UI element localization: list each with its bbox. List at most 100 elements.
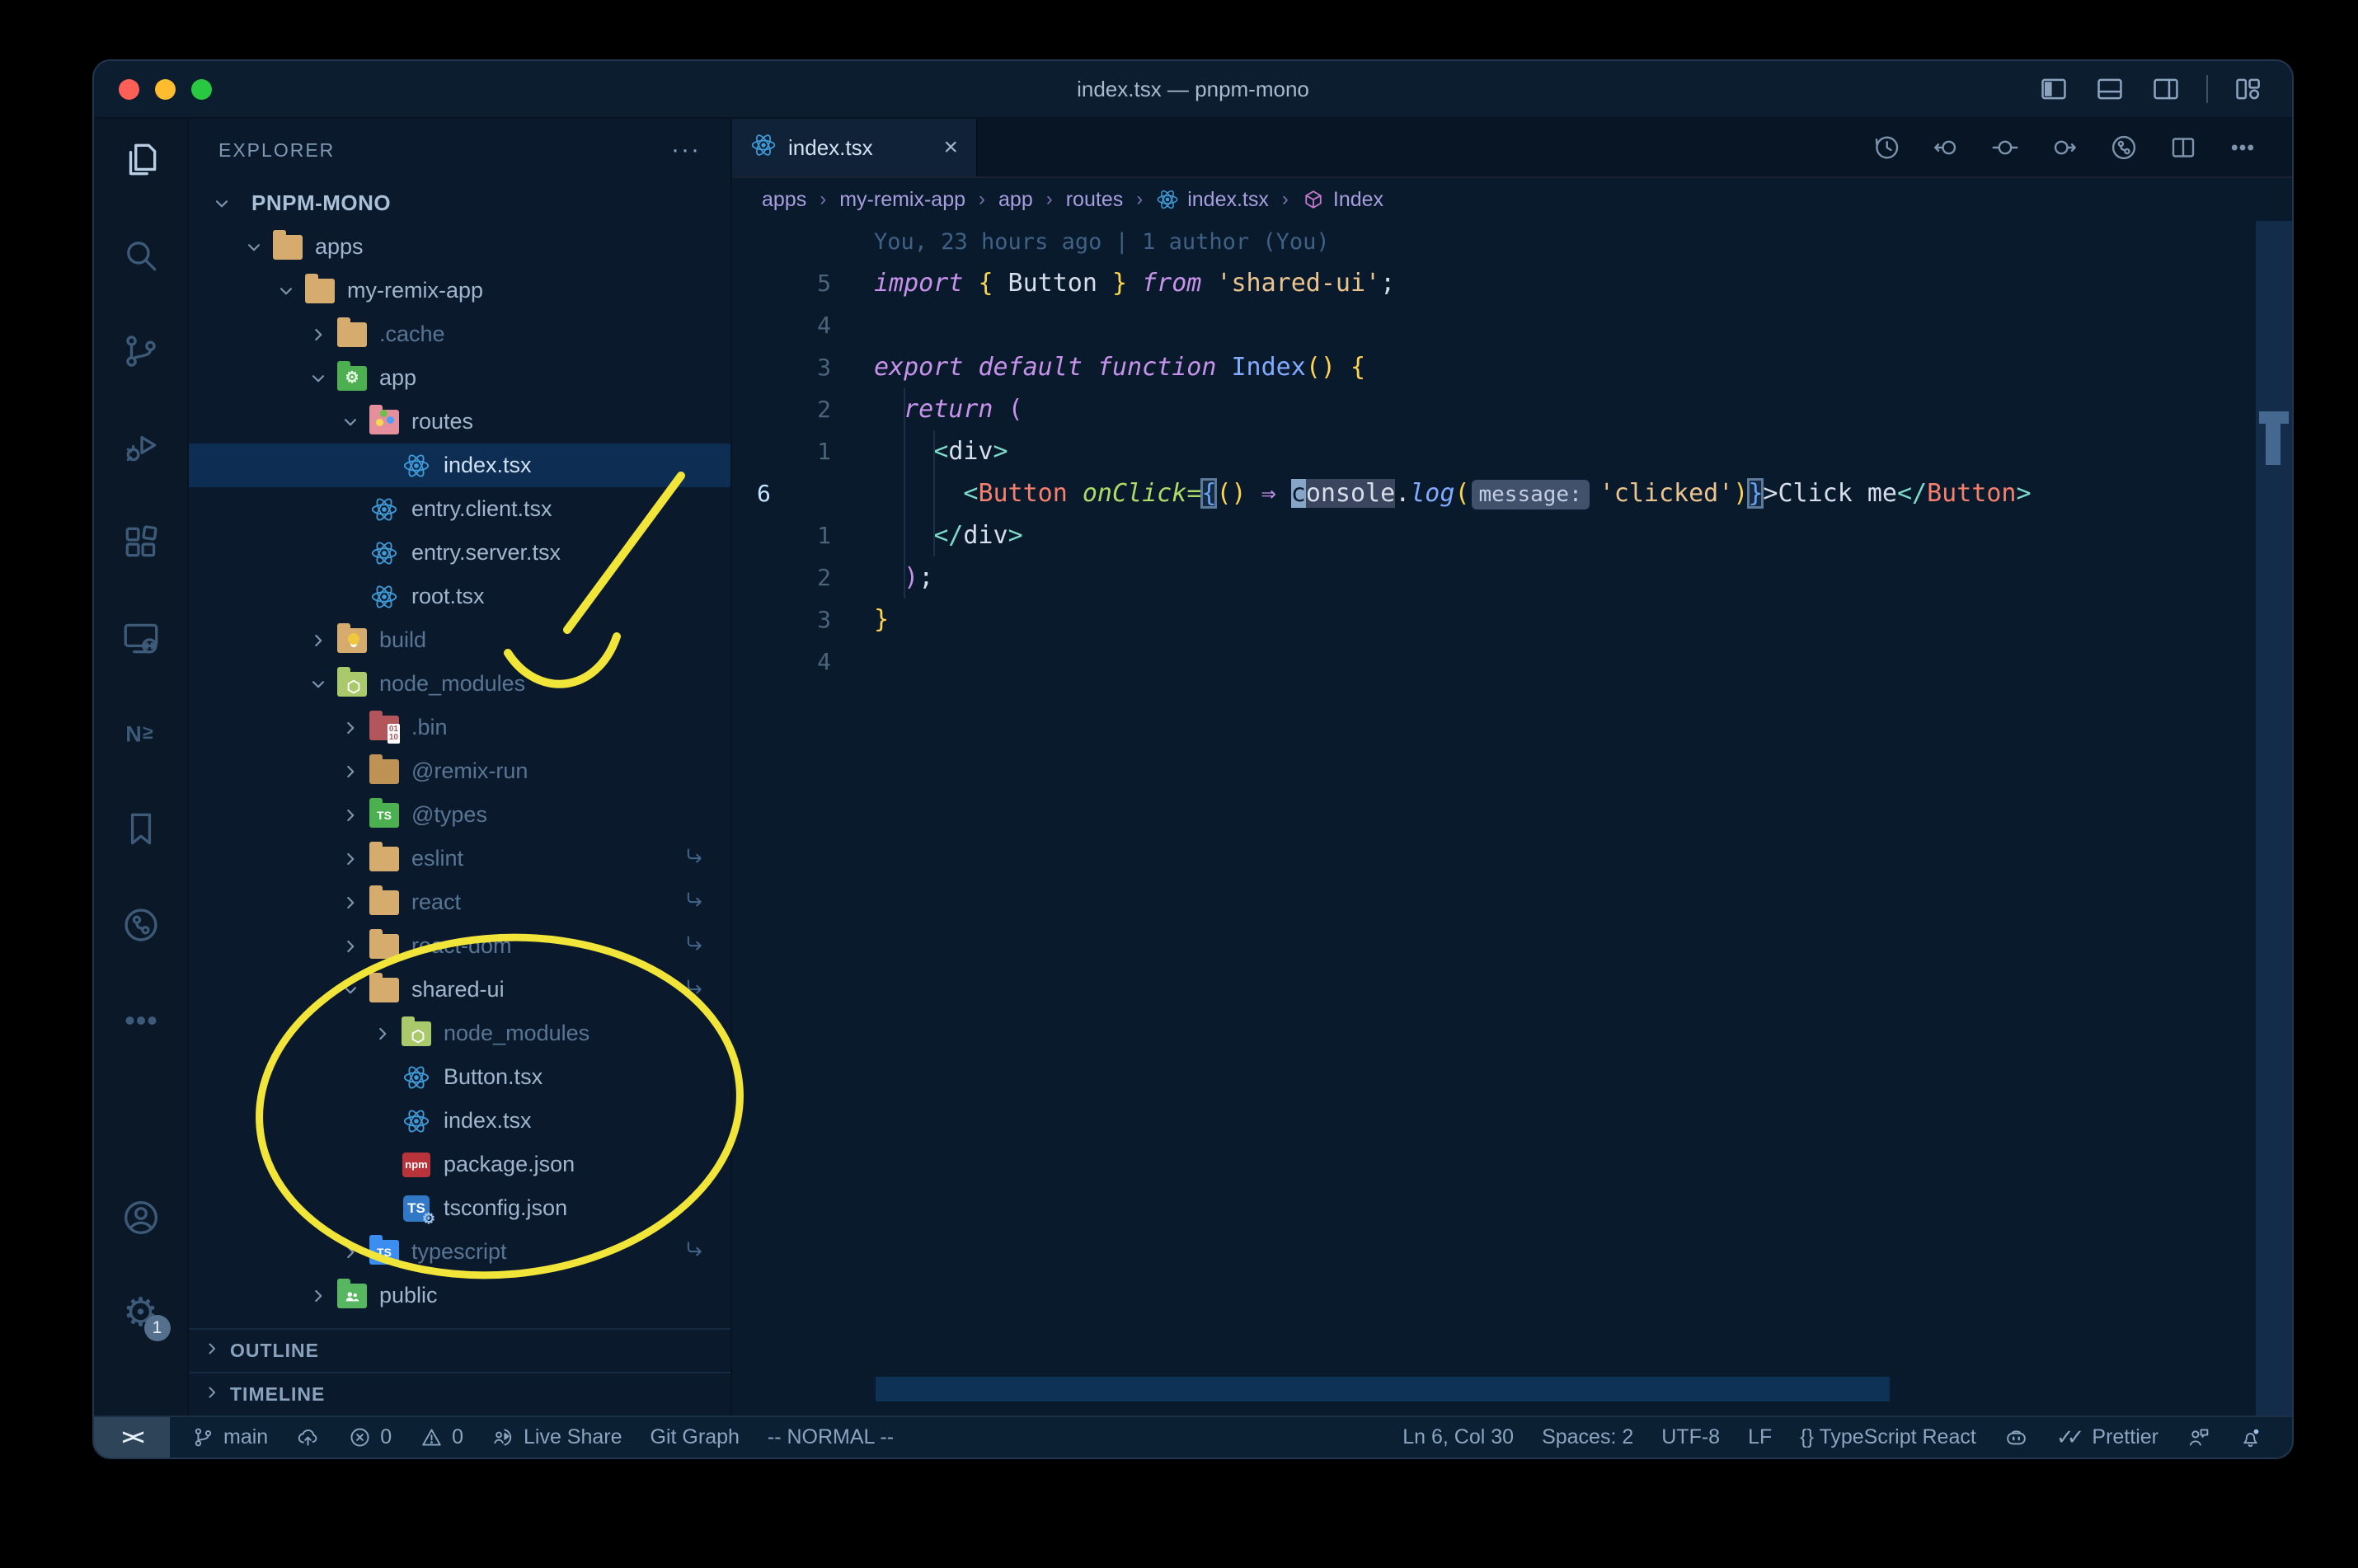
status-item-publish[interactable]	[296, 1425, 320, 1449]
status-item-indentation[interactable]: Spaces: 2	[1542, 1425, 1633, 1449]
layout-customize-icon[interactable]	[2233, 73, 2264, 105]
status-item-language-mode[interactable]: {} TypeScript React	[1800, 1425, 1976, 1449]
tree-item-build[interactable]: build	[189, 618, 730, 662]
history-icon[interactable]	[1872, 133, 1901, 162]
activity-bar-item-accounts[interactable]	[118, 1195, 164, 1241]
git-circle-icon[interactable]	[2109, 133, 2139, 162]
activity-bar-item-run-debug[interactable]	[118, 424, 164, 470]
status-item-feedback[interactable]	[2187, 1425, 2210, 1449]
activity-bar-item-git-graph[interactable]	[118, 902, 164, 948]
workspace-root-pnpm-mono[interactable]: PNPM-MONO	[189, 181, 730, 225]
code-line[interactable]: 6 <Button onClick={() ⇒ console.log(mess…	[732, 472, 2292, 514]
tree-item-apps[interactable]: apps	[189, 225, 730, 269]
tree-item-typescript[interactable]: TS typescript	[189, 1230, 730, 1274]
open-change-icon[interactable]	[1990, 133, 2020, 162]
status-item-prettier[interactable]: ✓✓ Prettier	[2056, 1425, 2158, 1450]
tree-item-public[interactable]: public	[189, 1274, 730, 1317]
line-number[interactable]: 1	[732, 430, 831, 472]
tree-item-entry-client-tsx[interactable]: entry.client.tsx	[189, 487, 730, 531]
status-item-branch[interactable]: main	[191, 1425, 268, 1449]
tree-item-tsconfig-json[interactable]: TS ⚙ tsconfig.json	[189, 1186, 730, 1230]
activity-bar-item-nx-console[interactable]: N ≥	[118, 711, 164, 757]
next-change-icon[interactable]	[2050, 133, 2079, 162]
status-item-vim-mode[interactable]: -- NORMAL --	[768, 1425, 894, 1449]
status-item-git-graph[interactable]: Git Graph	[651, 1425, 740, 1449]
breadcrumb-item-routes[interactable]: routes	[1066, 188, 1123, 212]
tree-item-button-tsx[interactable]: Button.tsx	[189, 1055, 730, 1099]
activity-bar-item-search[interactable]	[118, 232, 164, 279]
layout-sidebar-right-icon[interactable]	[2150, 73, 2182, 105]
tree-item-app[interactable]: ⚙ app	[189, 356, 730, 400]
tree-item--types[interactable]: TS @types	[189, 793, 730, 837]
line-number[interactable]: 2	[732, 556, 831, 599]
tree-item-node-modules[interactable]: node_modules	[189, 662, 730, 706]
tree-item-index-tsx[interactable]: index.tsx	[189, 444, 730, 487]
status-item-errors[interactable]: 0	[348, 1425, 392, 1449]
code-line[interactable]: 4	[732, 304, 2292, 346]
status-item-notifications[interactable]	[2238, 1425, 2262, 1449]
tree-item-shared-ui[interactable]: shared-ui	[189, 968, 730, 1012]
sidebar-more-actions-icon[interactable]: ···	[671, 136, 701, 164]
tree-item-root-tsx[interactable]: root.tsx	[189, 575, 730, 618]
code-line[interactable]: 2 );	[732, 556, 2292, 599]
activity-bar-item-more-views[interactable]	[118, 998, 164, 1044]
line-number[interactable]: 3	[732, 346, 831, 388]
status-item-live-share[interactable]: Live Share	[491, 1425, 622, 1449]
sidebar-section-outline[interactable]: OUTLINE	[189, 1328, 730, 1372]
split-editor-icon[interactable]	[2168, 133, 2198, 162]
activity-bar-item-settings[interactable]: ⚙ 1	[118, 1290, 171, 1341]
status-item-eol[interactable]: LF	[1748, 1425, 1772, 1449]
code-line[interactable]: 4	[732, 641, 2292, 683]
breadcrumb-item-index[interactable]: Index	[1302, 188, 1383, 212]
code-line[interactable]: 1 </div>	[732, 514, 2292, 556]
tree-item--remix-run[interactable]: @remix-run	[189, 749, 730, 793]
tree-item-react[interactable]: react	[189, 880, 730, 924]
line-number[interactable]: 5	[732, 262, 831, 304]
horizontal-scrollbar[interactable]	[876, 1377, 1890, 1401]
code-line[interactable]: 1 <div>	[732, 430, 2292, 472]
tree-item-routes[interactable]: routes	[189, 400, 730, 444]
code-line[interactable]: 2 return (	[732, 388, 2292, 430]
close-tab-icon[interactable]: ×	[943, 134, 958, 162]
tree-item--bin[interactable]: 01 10 .bin	[189, 706, 730, 749]
breadcrumb-item-apps[interactable]: apps	[762, 188, 806, 212]
status-item-warnings[interactable]: 0	[420, 1425, 463, 1449]
breadcrumb-item-app[interactable]: app	[998, 188, 1033, 212]
layout-panel-icon[interactable]	[2094, 73, 2125, 105]
activity-bar-item-source-control[interactable]	[118, 328, 164, 374]
ellipsis-h-icon[interactable]	[2228, 133, 2257, 162]
status-item-copilot[interactable]	[2004, 1425, 2028, 1449]
line-number[interactable]: 1	[732, 514, 831, 556]
activity-bar-item-remote-explorer[interactable]	[118, 615, 164, 661]
layout-sidebar-left-icon[interactable]	[2038, 73, 2069, 105]
tree-item-my-remix-app[interactable]: my-remix-app	[189, 269, 730, 312]
line-number[interactable]: 4	[732, 641, 831, 683]
line-number[interactable]: 4	[732, 304, 831, 346]
status-item-encoding[interactable]: UTF-8	[1661, 1425, 1720, 1449]
tree-item-node-modules[interactable]: node_modules	[189, 1012, 730, 1055]
tree-item-eslint[interactable]: eslint	[189, 837, 730, 880]
sidebar-section-timeline[interactable]: TIMELINE	[189, 1372, 730, 1415]
code-line[interactable]: 5 import { Button } from 'shared-ui';	[732, 262, 2292, 304]
line-number[interactable]: 3	[732, 599, 831, 641]
code-editor[interactable]: You, 23 hours ago | 1 author (You) 5 impo…	[732, 221, 2292, 1415]
code-line[interactable]: 3 export default function Index() {	[732, 346, 2292, 388]
activity-bar-item-explorer[interactable]	[118, 137, 164, 183]
tree-item--cache[interactable]: .cache	[189, 312, 730, 356]
tree-item-index-tsx[interactable]: index.tsx	[189, 1099, 730, 1143]
prev-change-icon[interactable]	[1931, 133, 1961, 162]
tree-item-react-dom[interactable]: react-dom	[189, 924, 730, 968]
activity-bar-item-extensions[interactable]	[118, 519, 164, 566]
line-number[interactable]: 2	[732, 388, 831, 430]
breadcrumb-item-my-remix-app[interactable]: my-remix-app	[839, 188, 965, 212]
tree-item-package-json[interactable]: npm package.json	[189, 1143, 730, 1186]
current-line-number[interactable]: 6	[732, 472, 831, 514]
activity-bar-item-bookmarks[interactable]	[118, 806, 164, 852]
minimap-scrollbar[interactable]	[2256, 221, 2292, 1415]
breadcrumb-item-index-tsx[interactable]: index.tsx	[1156, 188, 1269, 212]
remote-indicator[interactable]: ><	[94, 1417, 170, 1458]
code-line[interactable]: 3}	[732, 599, 2292, 641]
tree-item-entry-server-tsx[interactable]: entry.server.tsx	[189, 531, 730, 575]
status-item-cursor-position[interactable]: Ln 6, Col 30	[1402, 1425, 1514, 1449]
tab-index-tsx[interactable]: index.tsx ×	[732, 119, 978, 176]
